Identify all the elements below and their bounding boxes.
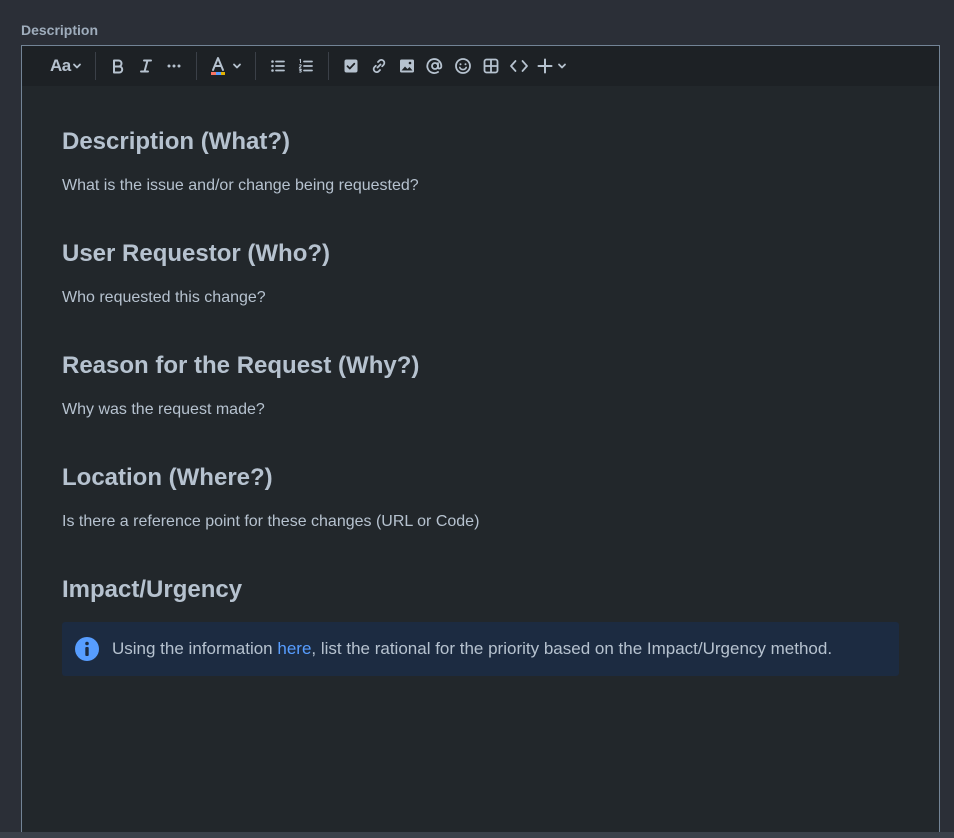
table-icon (483, 58, 499, 74)
section-heading-why: Reason for the Request (Why?) (62, 352, 420, 379)
info-panel: Using the information here, list the rat… (62, 622, 899, 676)
rich-text-editor[interactable]: Aa Description (What?) What is the issue… (21, 45, 940, 835)
toolbar-divider (195, 52, 197, 80)
info-panel-text: Using the information here, list the rat… (112, 639, 832, 659)
chevron-down-icon (232, 63, 241, 69)
toolbar-divider (254, 52, 256, 80)
description-field-label: Description (21, 22, 99, 38)
image-button[interactable] (393, 52, 421, 80)
info-icon (74, 636, 100, 662)
code-icon (509, 60, 528, 72)
more-formatting-icon (167, 64, 181, 68)
image-icon (399, 59, 414, 73)
text-color-button[interactable] (205, 52, 247, 80)
insert-plus-icon (537, 58, 553, 74)
italic-icon (139, 59, 152, 73)
more-formatting-button[interactable] (160, 52, 188, 80)
section-body-what: What is the issue and/or change being re… (62, 177, 419, 194)
mention-icon (426, 58, 442, 74)
emoji-button[interactable] (449, 52, 477, 80)
table-button[interactable] (477, 52, 505, 80)
editor-toolbar: Aa (22, 46, 939, 86)
section-body-who: Who requested this change? (62, 289, 266, 306)
text-color-icon (210, 57, 225, 75)
info-panel-suffix: , list the rational for the priority bas… (311, 639, 833, 658)
link-icon (372, 59, 385, 73)
editor-bottom-edge (0, 832, 954, 838)
section-heading-what: Description (What?) (62, 128, 290, 155)
toolbar-divider (94, 52, 96, 80)
bullet-list-icon (270, 60, 285, 72)
emoji-icon (454, 58, 471, 74)
chevron-down-icon (557, 63, 566, 69)
section-body-where: Is there a reference point for these cha… (62, 513, 480, 530)
mention-button[interactable] (421, 52, 449, 80)
chevron-down-icon (72, 63, 81, 69)
checkbox-icon (344, 59, 358, 73)
toolbar-divider (327, 52, 329, 80)
bold-button[interactable] (104, 52, 132, 80)
bold-icon (112, 59, 123, 74)
info-panel-link[interactable]: here (277, 639, 311, 658)
text-style-label: Aa (50, 56, 71, 75)
numbered-list-button[interactable] (292, 52, 320, 80)
editor-content[interactable]: Description (What?) What is the issue an… (22, 126, 939, 676)
section-body-why: Why was the request made? (62, 401, 265, 418)
link-button[interactable] (365, 52, 393, 80)
section-heading-impact-urgency: Impact/Urgency (62, 576, 243, 603)
info-panel-prefix: Using the information (112, 639, 278, 658)
section-heading-where: Location (Where?) (62, 464, 273, 491)
action-item-button[interactable] (337, 52, 365, 80)
section-heading-who: User Requestor (Who?) (62, 240, 331, 267)
insert-more-dropdown[interactable] (533, 52, 572, 80)
code-button[interactable] (505, 52, 533, 80)
bullet-list-button[interactable] (264, 52, 292, 80)
text-style-dropdown[interactable]: Aa (46, 52, 87, 80)
italic-button[interactable] (132, 52, 160, 80)
numbered-list-icon (298, 58, 313, 73)
